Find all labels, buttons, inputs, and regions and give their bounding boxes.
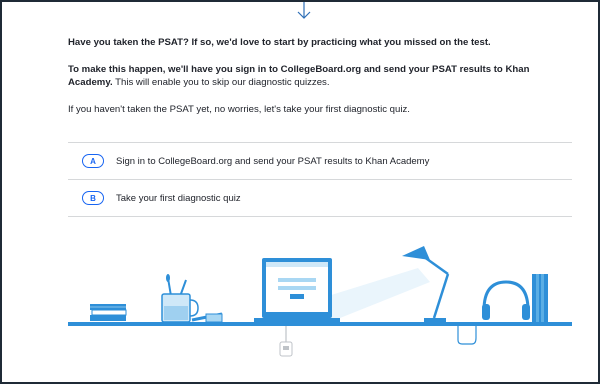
headphones-icon (482, 280, 530, 320)
plan-text-rest: This will enable you to skip our diagnos… (112, 77, 330, 88)
lamp-cable (457, 326, 477, 345)
speaker-icon (532, 274, 548, 322)
option-b[interactable]: B Take your first diagnostic quiz (68, 180, 572, 217)
eraser (205, 313, 223, 323)
lamp-light-beam (328, 268, 430, 322)
books-icon (90, 304, 127, 321)
option-a-label: Sign in to CollegeBoard.org and send you… (116, 155, 430, 167)
desk-surface (68, 322, 572, 326)
desk-illustration (68, 246, 572, 357)
page-frame: Have you taken the PSAT? If so, we'd lov… (0, 0, 600, 384)
option-a[interactable]: A Sign in to CollegeBoard.org and send y… (68, 143, 572, 180)
plan-text: To make this happen, we'll have you sign… (68, 63, 572, 89)
psat-question: Have you taken the PSAT? If so, we'd lov… (68, 37, 491, 48)
mug-icon (161, 274, 199, 323)
down-arrow-icon (297, 2, 311, 19)
option-b-badge: B (82, 191, 104, 205)
option-b-label: Take your first diagnostic quiz (116, 192, 241, 204)
not-taken-text: If you haven't taken the PSAT yet, no wo… (68, 104, 410, 115)
option-a-badge: A (82, 154, 104, 168)
intro-section: Have you taken the PSAT? If so, we'd lov… (68, 36, 572, 217)
laptop-icon (254, 258, 340, 322)
options-list: A Sign in to CollegeBoard.org and send y… (68, 142, 572, 217)
power-plug-icon (279, 341, 293, 357)
